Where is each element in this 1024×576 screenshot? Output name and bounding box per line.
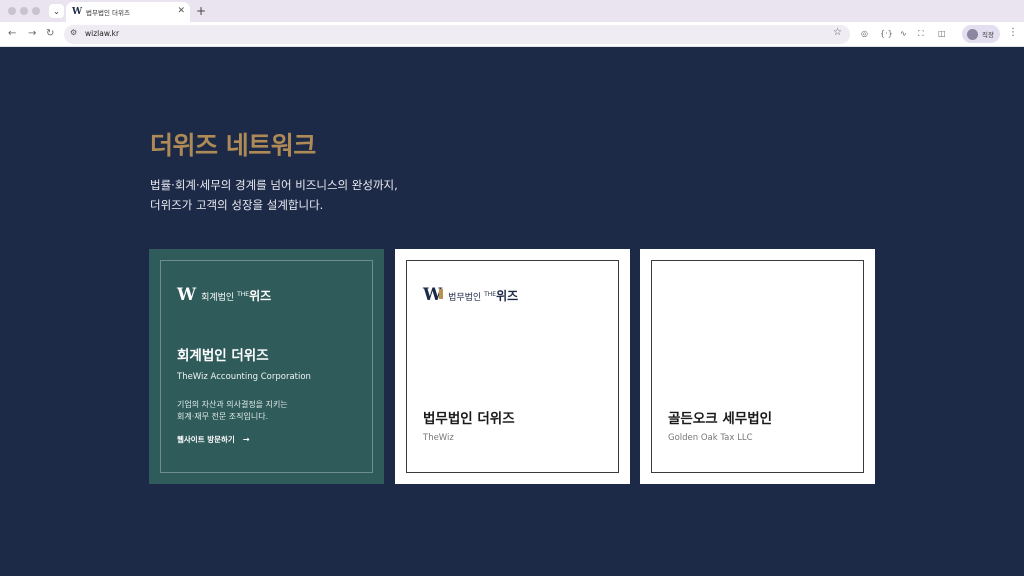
- window-minimize-control[interactable]: [20, 7, 28, 15]
- forward-icon[interactable]: →: [28, 27, 36, 41]
- network-title: 더위즈 네트워크: [150, 131, 316, 160]
- browser-tab[interactable]: W 법무법인 더위즈 ✕: [66, 2, 190, 22]
- tab-search-button[interactable]: ⌄: [49, 4, 64, 18]
- card-frame: W 회계법인 THE위즈 회계법인 더위즈 TheWiz Accounting …: [160, 260, 373, 473]
- url-text[interactable]: wizlaw.kr: [85, 29, 119, 38]
- close-tab-icon[interactable]: ✕: [177, 6, 185, 16]
- logo-small-text: 법무법인: [448, 293, 482, 303]
- arrow-right-icon: →: [242, 435, 250, 444]
- profile-label: 직장: [982, 31, 994, 39]
- menu-icon[interactable]: ⋮: [1008, 27, 1018, 38]
- new-tab-button[interactable]: +: [196, 3, 206, 19]
- card-name: 회계법인 더위즈: [177, 348, 269, 364]
- visit-website-label: 웹사이트 방문하기: [177, 435, 235, 444]
- site-settings-icon[interactable]: ⚙: [70, 28, 77, 37]
- law-logo: W 법무법인 THE위즈: [423, 287, 518, 304]
- avatar: [967, 28, 978, 40]
- network-desc-line-2: 더위즈가 고객의 성장을 설계합니다.: [150, 198, 324, 212]
- logo-wordmark: 법무법인 THE위즈: [448, 287, 518, 304]
- extension-icon-1[interactable]: ◎: [861, 29, 868, 39]
- screenshot-icon[interactable]: ⛶: [918, 29, 924, 39]
- logo-big-text: 위즈: [249, 289, 272, 303]
- profile-button[interactable]: 직장: [962, 25, 1000, 43]
- reload-icon[interactable]: ↻: [46, 27, 54, 41]
- wizard-w-logo-icon: W: [177, 285, 197, 305]
- chevron-down-icon: ⌄: [53, 6, 60, 16]
- card-description: 기업의 자산과 의사결정을 지키는 회계·재무 전문 조직입니다.: [177, 399, 357, 422]
- logo-small-text: 회계법인: [201, 293, 235, 303]
- extension-icon-2[interactable]: {·}: [880, 29, 893, 39]
- network-card-law[interactable]: W 법무법인 THE위즈 법무법인 더위즈 TheWiz: [395, 249, 630, 484]
- card-desc-line-1: 기업의 자산과 의사결정을 지키는: [177, 400, 288, 409]
- card-subtitle: Golden Oak Tax LLC: [668, 433, 753, 443]
- wizard-w-logo-icon: W: [423, 285, 444, 305]
- tab-favicon: W: [72, 7, 83, 17]
- card-frame: 골든오크 세무법인 Golden Oak Tax LLC: [651, 260, 864, 473]
- logo-wordmark: 회계법인 THE위즈: [201, 287, 271, 304]
- visit-website-link[interactable]: 웹사이트 방문하기 →: [177, 434, 250, 445]
- network-description: 법률·회계·세무의 경계를 넘어 비즈니스의 완성까지, 더위즈가 고객의 성장…: [150, 175, 550, 215]
- window-zoom-control[interactable]: [32, 7, 40, 15]
- back-icon[interactable]: ←: [8, 27, 16, 41]
- address-bar[interactable]: ⚙ wizlaw.kr ☆: [64, 25, 850, 44]
- window-close-control[interactable]: [8, 7, 16, 15]
- card-subtitle: TheWiz: [423, 433, 454, 443]
- network-card-accounting[interactable]: W 회계법인 THE위즈 회계법인 더위즈 TheWiz Accounting …: [149, 249, 384, 484]
- browser-tab-bar: ⌄ W 법무법인 더위즈 ✕ +: [0, 0, 1024, 22]
- tab-title: 법무법인 더위즈: [86, 9, 130, 17]
- card-frame: W 법무법인 THE위즈 법무법인 더위즈 TheWiz: [406, 260, 619, 473]
- logo-the-text: THE: [484, 291, 497, 298]
- network-desc-line-1: 법률·회계·세무의 경계를 넘어 비즈니스의 완성까지,: [150, 178, 398, 192]
- card-desc-line-2: 회계·재무 전문 조직입니다.: [177, 411, 269, 421]
- network-card-tax[interactable]: 골든오크 세무법인 Golden Oak Tax LLC: [640, 249, 875, 484]
- card-name: 골든오크 세무법인: [668, 411, 773, 427]
- card-subtitle: TheWiz Accounting Corporation: [177, 372, 311, 382]
- logo-the-text: THE: [237, 291, 250, 298]
- logo-big-text: 위즈: [496, 289, 519, 303]
- card-name: 법무법인 더위즈: [423, 411, 515, 427]
- accounting-logo: W 회계법인 THE위즈: [177, 287, 271, 304]
- extension-icon-3[interactable]: ∿: [900, 29, 907, 39]
- browser-toolbar: ← → ↻ ⚙ wizlaw.kr ☆ ◎ {·} ∿ ⛶ ◫ 직장 ⋮: [0, 22, 1024, 47]
- extensions-puzzle-icon[interactable]: ◫: [938, 29, 946, 39]
- bookmark-star-icon[interactable]: ☆: [833, 27, 842, 38]
